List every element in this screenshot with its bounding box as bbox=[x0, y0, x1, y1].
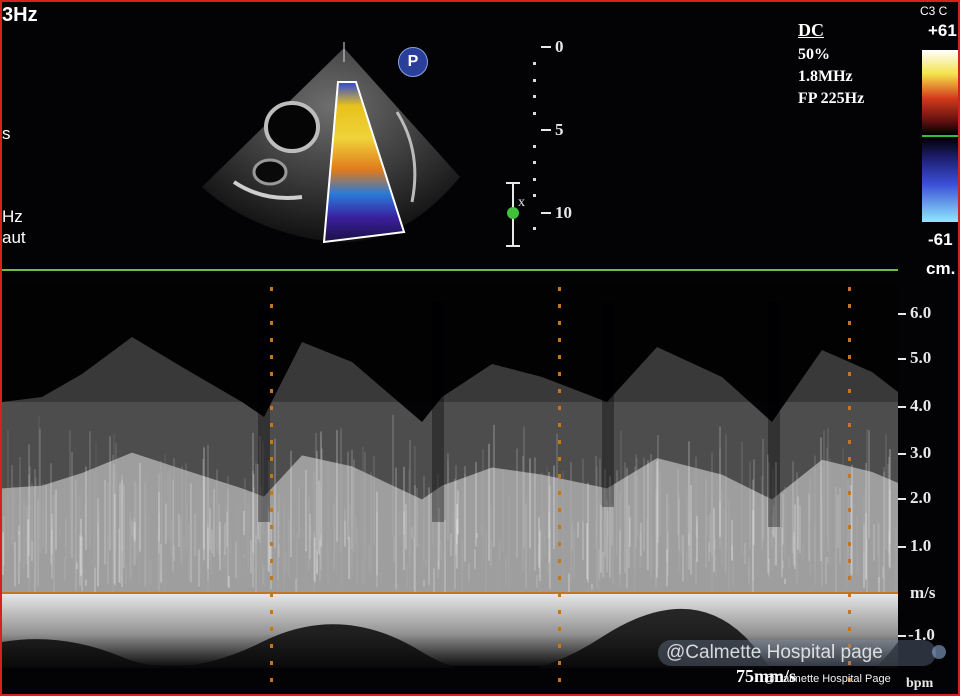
colorbar-max: +61 bbox=[928, 21, 957, 40]
sample-gate-top bbox=[506, 182, 520, 184]
velocity-label-2: 2.0 bbox=[910, 488, 932, 507]
colorbar-min: -61 bbox=[928, 230, 953, 249]
velocity-label-1: 1.0 bbox=[910, 536, 932, 555]
colorbar-unit: cm. bbox=[926, 259, 956, 278]
watermark-small: @Calmette Hospital Page bbox=[764, 673, 891, 685]
mode-label: DC bbox=[798, 20, 824, 40]
probe-orientation-badge: P bbox=[398, 47, 428, 77]
velocity-label-3: 3.0 bbox=[910, 443, 932, 462]
ultrasound-frame: 3Hz s Hz aut P 0 5 10 x DC 50% 1.8MHz FP… bbox=[0, 0, 960, 696]
sample-gate-marker: x bbox=[518, 195, 525, 210]
frequency-label: 1.8MHz bbox=[798, 68, 853, 85]
depth-tick-5 bbox=[541, 129, 551, 131]
sample-gate-bottom bbox=[506, 245, 520, 247]
velocity-label-4: 4.0 bbox=[910, 396, 932, 415]
depth-label-5: 5 bbox=[555, 120, 564, 139]
filter-label: FP 225Hz bbox=[798, 90, 865, 107]
power-label: 50% bbox=[798, 46, 830, 63]
bpm-label: bpm bbox=[906, 676, 934, 691]
watermark: @Calmette Hospital page bbox=[658, 640, 936, 666]
velocity-label-6: 6.0 bbox=[910, 303, 932, 322]
depth-tick-0 bbox=[541, 46, 551, 48]
depth-tick-10 bbox=[541, 212, 551, 214]
velocity-unit: m/s bbox=[910, 583, 936, 602]
depth-label-0: 0 bbox=[555, 37, 564, 56]
velocity-label-5: 5.0 bbox=[910, 348, 932, 367]
depth-label-10: 10 bbox=[555, 203, 572, 222]
spectral-doppler-trace bbox=[2, 282, 898, 594]
colorbar-label: C3 C bbox=[920, 4, 948, 18]
watermark-icon bbox=[932, 645, 946, 659]
